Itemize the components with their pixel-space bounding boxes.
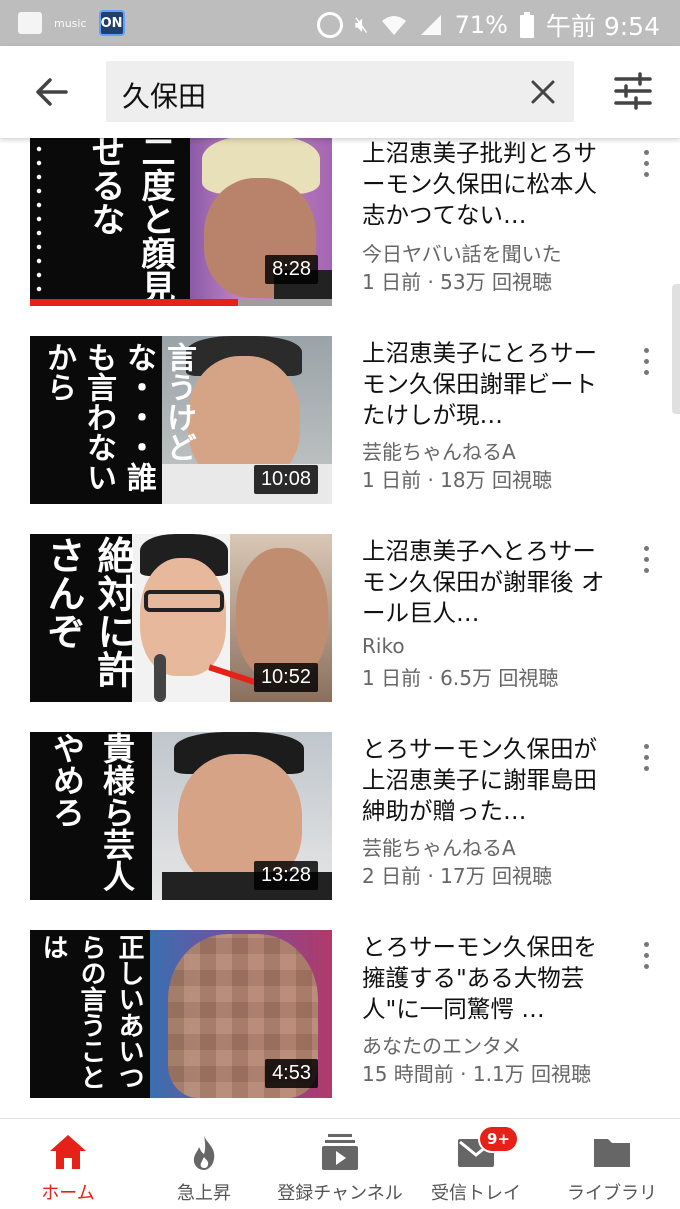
- video-duration: 8:28: [265, 255, 318, 284]
- channel-name: Riko: [362, 634, 405, 658]
- notification-badge: 9+: [478, 1125, 520, 1153]
- nav-home[interactable]: ホーム: [0, 1119, 136, 1209]
- home-icon: [50, 1135, 86, 1169]
- search-query[interactable]: 久保田: [122, 75, 206, 115]
- status-bar: music ON 🔇︎ 71% 午前 9:54: [0, 0, 680, 46]
- bottom-navigation: ホーム 急上昇 登録チャンネル 9+ 受信トレイ ライブラリ: [0, 1118, 680, 1209]
- video-title[interactable]: 上沼恵美子にとろサーモン久保田謝罪ビートたけしが現…: [362, 338, 612, 431]
- clear-icon[interactable]: [526, 75, 560, 109]
- back-arrow-icon[interactable]: [30, 70, 74, 114]
- library-icon: [594, 1139, 630, 1167]
- battery-percentage: 71%: [454, 11, 508, 39]
- clock: 午前 9:54: [545, 12, 660, 41]
- channel-name: あなたのエンタメ: [362, 1034, 522, 1058]
- thumbnail-overlay-text: 貴様ら芸人やめろ: [48, 732, 136, 892]
- battery-icon: [519, 12, 534, 38]
- thumbnail-overlay-text: 絶対に許さんぞ: [41, 536, 136, 688]
- video-result[interactable]: 絶対に許さんぞ 10:52 上沼恵美子へとろサーモン久保田が謝罪後 オール巨人……: [0, 534, 680, 704]
- video-meta: 1 日前 · 18万 回視聴: [362, 468, 552, 492]
- video-title[interactable]: 上沼恵美子批判とろサーモン久保田に松本人志かつてない…: [362, 138, 612, 231]
- video-title[interactable]: 上沼恵美子へとろサーモン久保田が謝罪後 オール巨人…: [362, 536, 612, 629]
- search-input[interactable]: 久保田: [106, 61, 574, 122]
- video-meta: 15 時間前 · 1.1万 回視聴: [362, 1062, 592, 1086]
- nav-label: 受信トレイ: [431, 1183, 521, 1204]
- status-bar-system: 🔇︎ 71% 午前 9:54: [316, 7, 660, 43]
- video-result[interactable]: 貴様ら芸人やめろ 13:28 とろサーモン久保田が上沼恵美子に謝罪島田紳助が贈っ…: [0, 732, 680, 902]
- watch-progress-bar: [30, 299, 239, 306]
- video-thumbnail[interactable]: 二度と顔見せるな 8:28: [30, 138, 332, 306]
- more-options-icon[interactable]: [636, 744, 656, 778]
- video-title[interactable]: とろサーモン久保田を擁護する"ある大物芸人"に一同驚愕 …: [362, 932, 612, 1025]
- nav-label: 急上昇: [177, 1183, 231, 1204]
- glasses: [144, 590, 224, 612]
- nav-library[interactable]: ライブラリ: [544, 1119, 680, 1209]
- video-meta: 2 日前 · 17万 回視聴: [362, 864, 552, 888]
- video-result[interactable]: 言うけどな・・・誰も言わないから 10:08 上沼恵美子にとろサーモン久保田謝罪…: [0, 336, 680, 506]
- scrollbar[interactable]: [672, 284, 680, 414]
- video-thumbnail[interactable]: 絶対に許さんぞ 10:52: [30, 534, 332, 702]
- more-options-icon[interactable]: [636, 546, 656, 580]
- video-result[interactable]: 二度と顔見せるな 8:28 上沼恵美子批判とろサーモン久保田に松本人志かつてない…: [0, 138, 680, 308]
- nav-label: ライブラリ: [567, 1183, 657, 1204]
- filter-icon[interactable]: [614, 72, 652, 110]
- video-meta: 1 日前 · 6.5万 回視聴: [362, 666, 559, 690]
- video-duration: 10:52: [253, 663, 318, 692]
- on-app-icon: ON: [98, 10, 125, 36]
- dotted-border: [36, 142, 42, 292]
- signal-icon: [420, 15, 441, 35]
- video-result[interactable]: 正しいあいつらの言うことは 4:53 とろサーモン久保田を擁護する"ある大物芸人…: [0, 930, 680, 1100]
- microphone: [154, 654, 166, 702]
- gallery-icon: [18, 12, 42, 34]
- nav-trending[interactable]: 急上昇: [136, 1119, 272, 1209]
- video-thumbnail[interactable]: 貴様ら芸人やめろ 13:28: [30, 732, 332, 900]
- video-duration: 4:53: [265, 1059, 318, 1088]
- nav-inbox[interactable]: 9+ 受信トレイ: [408, 1119, 544, 1209]
- channel-name: 今日ヤバい話を聞いた: [362, 242, 562, 266]
- more-options-icon[interactable]: [636, 348, 656, 382]
- nav-label: ホーム: [41, 1183, 95, 1204]
- more-options-icon[interactable]: [636, 150, 656, 184]
- nav-label: 登録チャンネル: [277, 1183, 403, 1204]
- video-title[interactable]: とろサーモン久保田が上沼恵美子に謝罪島田紳助が贈った…: [362, 734, 612, 827]
- subscriptions-icon: [322, 1134, 358, 1170]
- video-duration: 10:08: [253, 465, 318, 494]
- wifi-icon: [381, 16, 406, 35]
- video-duration: 13:28: [253, 861, 318, 890]
- data-saver-icon: [316, 12, 343, 38]
- trending-icon: [193, 1135, 215, 1170]
- video-meta: 1 日前 · 53万 回視聴: [362, 270, 552, 294]
- nav-subscriptions[interactable]: 登録チャンネル: [272, 1119, 408, 1209]
- status-bar-notifications: music ON: [18, 10, 125, 36]
- thumbnail-overlay-text: 言うけどな・・・誰も言わないから: [41, 342, 196, 492]
- video-thumbnail[interactable]: 言うけどな・・・誰も言わないから 10:08: [30, 336, 332, 504]
- more-options-icon[interactable]: [636, 942, 656, 976]
- thumbnail-overlay-text: 正しいあいつらの言うことは: [38, 934, 144, 1090]
- search-header: 久保田: [0, 46, 680, 138]
- channel-name: 芸能ちゃんねるA: [362, 836, 516, 860]
- channel-name: 芸能ちゃんねるA: [362, 440, 516, 464]
- video-thumbnail[interactable]: 正しいあいつらの言うことは 4:53: [30, 930, 332, 1098]
- amazon-music-icon: music: [54, 16, 87, 30]
- mute-icon: 🔇︎: [354, 12, 369, 38]
- thumbnail-overlay-text: 二度と顔見せるな: [85, 138, 175, 304]
